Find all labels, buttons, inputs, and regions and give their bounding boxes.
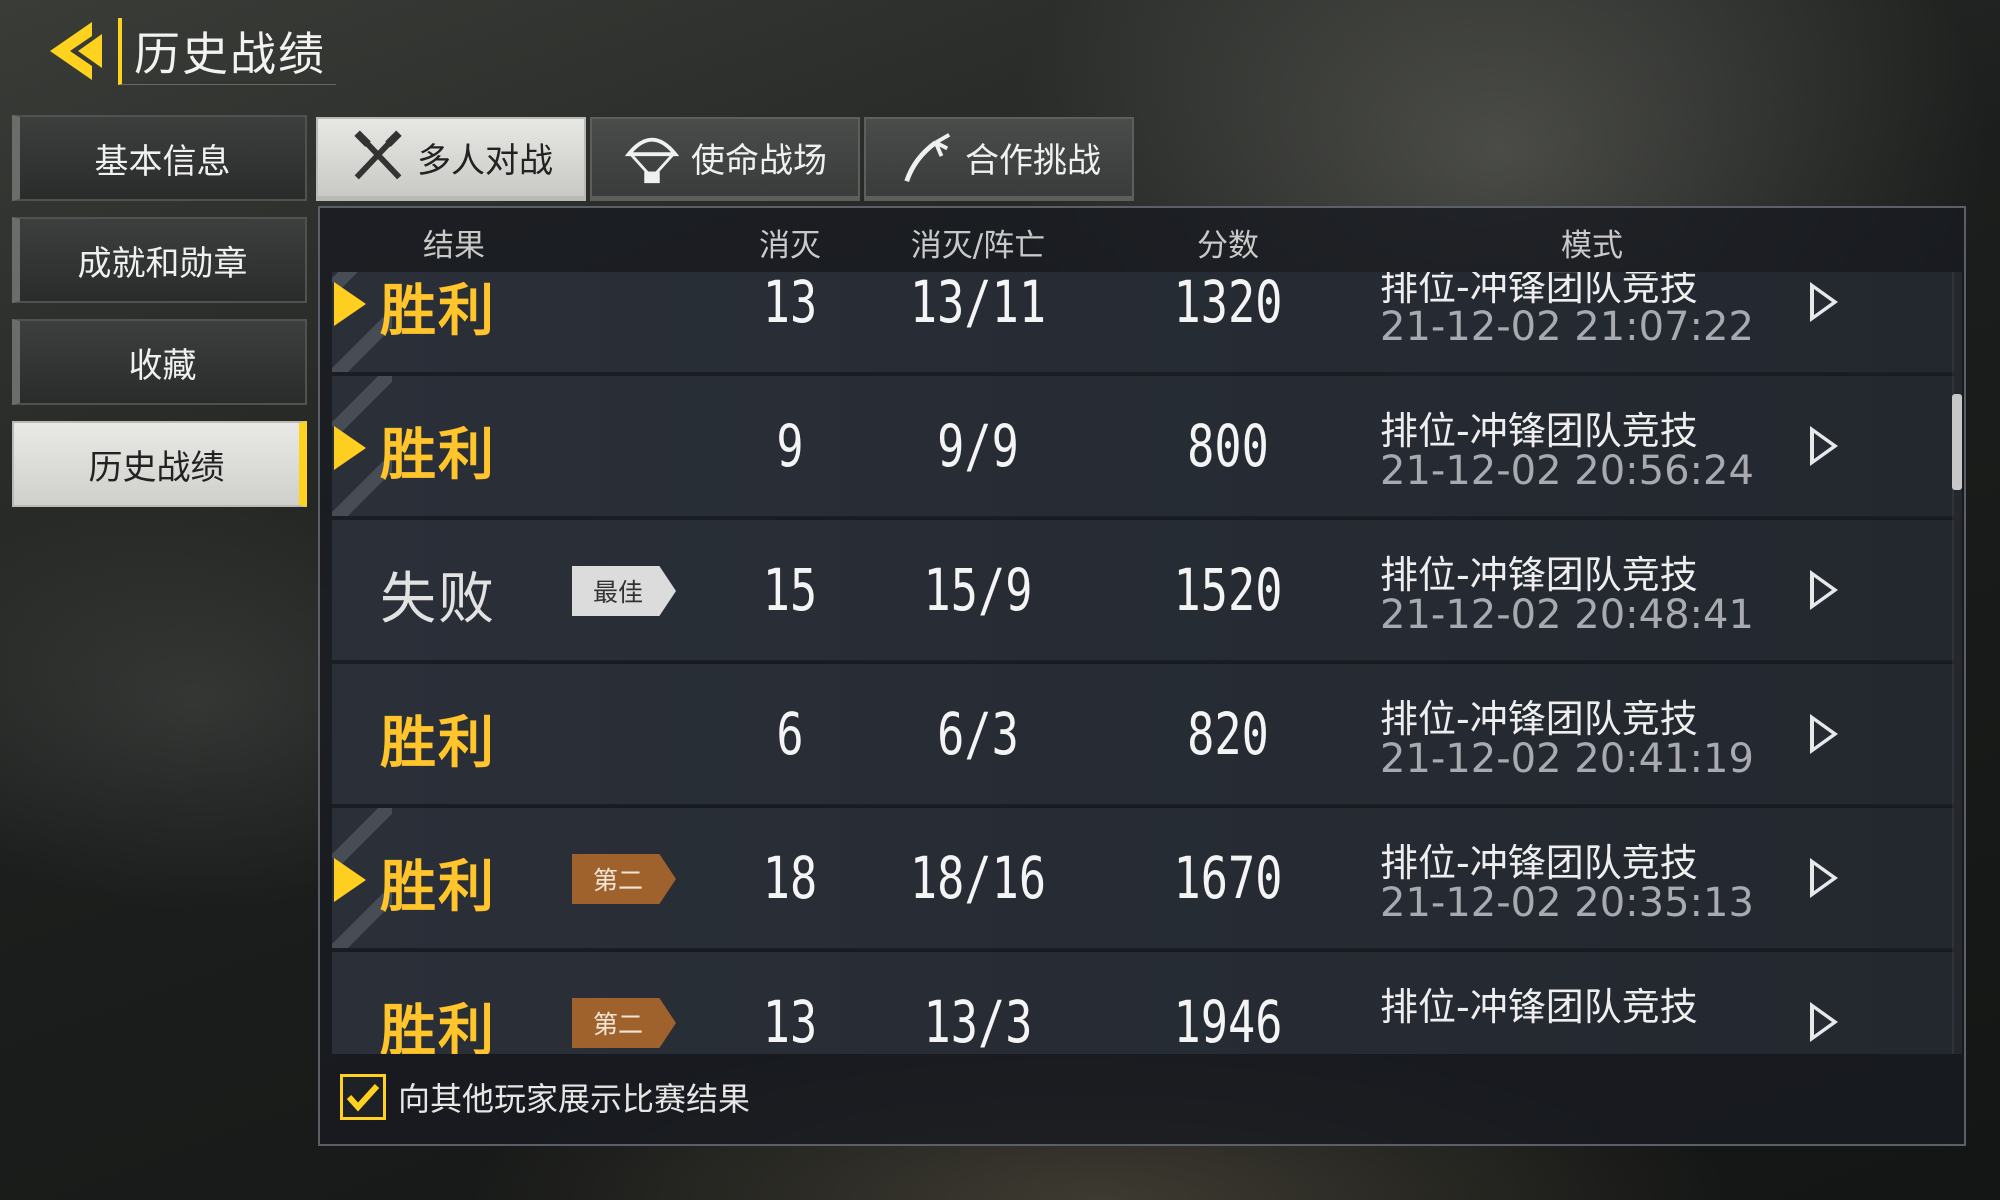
rank-badge: 第二 bbox=[572, 998, 676, 1048]
row-time: 21-12-02 20:35:13 bbox=[1380, 880, 1754, 926]
table-row[interactable]: 胜利 6 6/3 820 排位-冲锋团队竞技 21-12-02 20:41:19 bbox=[332, 664, 1954, 806]
play-arrow-icon[interactable] bbox=[1810, 1002, 1838, 1042]
column-header-score: 分数 bbox=[1197, 228, 1259, 264]
row-score: 1520 bbox=[1173, 556, 1283, 624]
win-marker-icon bbox=[334, 858, 366, 902]
row-kd: 9/9 bbox=[937, 412, 1019, 480]
row-kills: 15 bbox=[762, 556, 818, 624]
play-arrow-icon[interactable] bbox=[1810, 858, 1838, 898]
win-marker-icon bbox=[334, 282, 366, 326]
scrollbar-thumb[interactable] bbox=[1952, 394, 1962, 490]
tab-multiplayer[interactable]: 多人对战 bbox=[316, 117, 586, 201]
match-history-panel: 结果 消灭 消灭/阵亡 分数 模式 胜利 13 13/11 1320 排位-冲锋团队竞技… bbox=[318, 206, 1966, 1146]
row-kills: 6 bbox=[776, 700, 804, 768]
row-time: 21-12-02 20:41:19 bbox=[1380, 736, 1754, 782]
rank-badge: 第二 bbox=[572, 854, 676, 904]
column-header-kills: 消灭 bbox=[759, 228, 821, 264]
row-kills: 9 bbox=[776, 412, 804, 480]
row-result: 胜利 bbox=[380, 423, 496, 488]
crossed-guns-icon bbox=[354, 129, 402, 179]
parachute-icon bbox=[624, 137, 680, 183]
row-time: 21-12-02 20:48:41 bbox=[1380, 592, 1754, 638]
claw-icon bbox=[904, 132, 951, 182]
sidebar-item-basic-info[interactable]: 基本信息 bbox=[12, 115, 307, 201]
sidebar-item-label: 基本信息 bbox=[94, 141, 231, 182]
row-mode: 排位-冲锋团队竞技 bbox=[1380, 553, 1698, 597]
table-row[interactable]: 失败 最佳 15 15/9 1520 排位-冲锋团队竞技 21-12-02 20:48:41 bbox=[332, 520, 1954, 662]
row-score: 1320 bbox=[1173, 272, 1283, 336]
row-result: 胜利 bbox=[380, 279, 496, 344]
row-kd: 15/9 bbox=[923, 556, 1033, 624]
column-header-mode: 模式 bbox=[1561, 228, 1623, 264]
sidebar-item-achievements[interactable]: 成就和勋章 bbox=[12, 217, 307, 303]
row-result: 失败 bbox=[380, 567, 496, 632]
tab-label: 合作挑战 bbox=[965, 141, 1101, 181]
column-header-result: 结果 bbox=[423, 228, 485, 264]
row-score: 1946 bbox=[1173, 988, 1283, 1054]
sidebar-item-label: 成就和勋章 bbox=[77, 243, 248, 284]
back-arrow-icon[interactable] bbox=[42, 16, 112, 86]
table-row[interactable]: 胜利 第二 18 18/16 1670 排位-冲锋团队竞技 21-12-02 20:35:1… bbox=[332, 808, 1954, 950]
win-marker-icon bbox=[334, 426, 366, 470]
play-arrow-icon[interactable] bbox=[1810, 570, 1838, 610]
sidebar-item-label: 收藏 bbox=[128, 345, 197, 386]
tab-label: 使命战场 bbox=[691, 141, 827, 181]
row-result: 胜利 bbox=[380, 855, 496, 920]
row-score: 820 bbox=[1187, 700, 1269, 768]
table-row[interactable]: 胜利 9 9/9 800 排位-冲锋团队竞技 21-12-02 20:56:24 bbox=[332, 376, 1954, 518]
row-kd: 6/3 bbox=[937, 700, 1019, 768]
header: 历史战绩 bbox=[42, 16, 336, 86]
page-title: 历史战绩 bbox=[118, 17, 336, 85]
sidebar-item-collection[interactable]: 收藏 bbox=[12, 319, 307, 405]
row-kills: 13 bbox=[762, 988, 818, 1054]
sidebar: 基本信息 成就和勋章 收藏 历史战绩 bbox=[12, 115, 307, 523]
scrollbar[interactable] bbox=[1952, 272, 1962, 1054]
show-results-checkbox[interactable] bbox=[340, 1074, 386, 1120]
row-time: 21-12-02 20:56:24 bbox=[1380, 448, 1754, 494]
sidebar-item-match-history[interactable]: 历史战绩 bbox=[12, 421, 307, 507]
row-mode: 排位-冲锋团队竞技 bbox=[1380, 409, 1698, 453]
show-results-label: 向其他玩家展示比赛结果 bbox=[398, 1080, 751, 1118]
row-mode: 排位-冲锋团队竞技 bbox=[1380, 841, 1698, 885]
table-row[interactable]: 胜利 13 13/11 1320 排位-冲锋团队竞技 21-12-02 21:07:22 bbox=[332, 272, 1954, 374]
row-mode: 排位-冲锋团队竞技 bbox=[1380, 697, 1698, 741]
sidebar-item-label: 历史战绩 bbox=[88, 447, 225, 488]
row-result: 胜利 bbox=[380, 711, 496, 776]
row-kd: 13/3 bbox=[923, 988, 1033, 1054]
checkmark-icon bbox=[346, 1083, 380, 1112]
row-score: 1670 bbox=[1173, 844, 1283, 912]
row-kd: 13/11 bbox=[909, 272, 1047, 336]
row-kills: 13 bbox=[762, 272, 818, 336]
table-header: 结果 消灭 消灭/阵亡 分数 模式 bbox=[320, 208, 1964, 272]
show-results-toggle[interactable]: 向其他玩家展示比赛结果 bbox=[340, 1074, 750, 1120]
column-header-kd: 消灭/阵亡 bbox=[910, 228, 1046, 264]
match-list[interactable]: 胜利 13 13/11 1320 排位-冲锋团队竞技 21-12-02 21:07:22 胜… bbox=[332, 272, 1954, 1054]
row-time: 21-12-02 21:07:22 bbox=[1380, 304, 1754, 350]
play-arrow-icon[interactable] bbox=[1810, 426, 1838, 466]
row-kd: 18/16 bbox=[909, 844, 1047, 912]
tab-label: 多人对战 bbox=[417, 141, 553, 181]
rank-badge: 最佳 bbox=[572, 566, 676, 616]
play-arrow-icon[interactable] bbox=[1810, 282, 1838, 322]
tab-battle-royale[interactable]: 使命战场 bbox=[590, 117, 860, 201]
row-score: 800 bbox=[1187, 412, 1269, 480]
row-result: 胜利 bbox=[380, 999, 496, 1054]
row-kills: 18 bbox=[762, 844, 818, 912]
tab-coop-challenge[interactable]: 合作挑战 bbox=[864, 117, 1134, 201]
play-arrow-icon[interactable] bbox=[1810, 714, 1838, 754]
table-row[interactable]: 胜利 第二 13 13/3 1946 排位-冲锋团队竞技 bbox=[332, 952, 1954, 1054]
mode-tabs: 多人对战 使命战场 合作挑战 bbox=[316, 117, 1138, 201]
row-mode: 排位-冲锋团队竞技 bbox=[1380, 985, 1698, 1029]
